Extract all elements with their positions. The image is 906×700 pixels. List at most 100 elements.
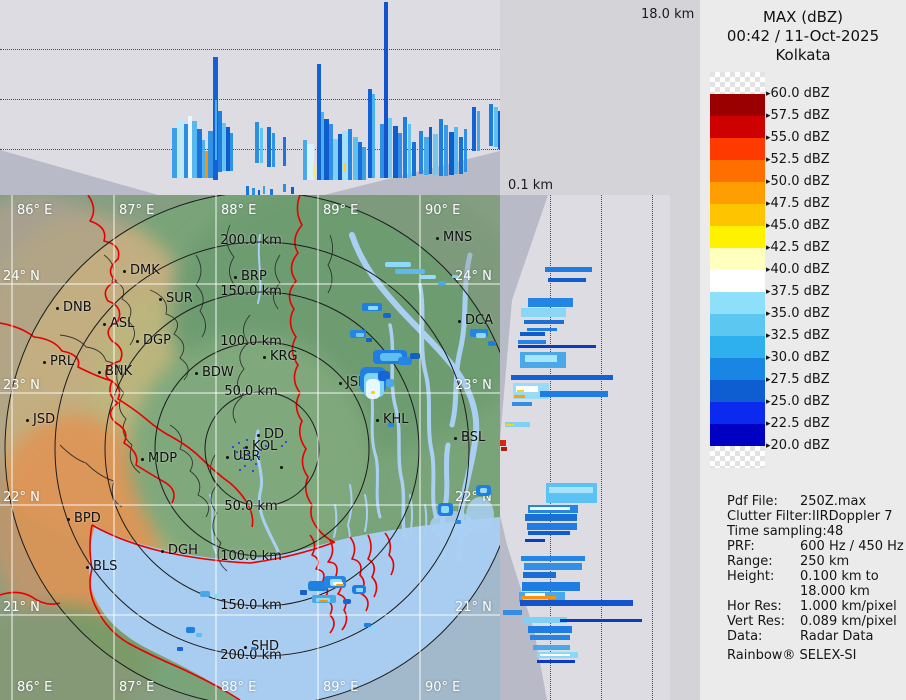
profile-echo-bar [525, 539, 545, 542]
profile-echo-bar [246, 186, 249, 195]
right-profile-echoes [500, 195, 670, 700]
timestamp: 00:42 / 11-Oct-2025 [726, 27, 880, 45]
profile-echo-bar [560, 619, 642, 622]
legend-swatch [710, 358, 765, 380]
profile-echo-bar [344, 163, 346, 172]
legend-scale-label: ▸57.5 dBZ [766, 108, 830, 123]
profile-echo-bar [537, 660, 575, 663]
info-row: 18.000 km [727, 584, 903, 599]
legend-swatch [710, 182, 765, 204]
profile-echo-bar [525, 593, 545, 596]
profile-echo-bar [522, 582, 580, 591]
top-profile-panel [0, 0, 500, 199]
height-axis-min-label: 0.1 km [508, 178, 553, 193]
profile-echo-bar [524, 563, 582, 570]
profile-echo-bar [503, 610, 522, 615]
profile-echo-bar [291, 187, 294, 194]
color-scale: ▸60.0 dBZ ▸57.5 dBZ ▸55.0 dBZ ▸52.5 dBZ ▸50.… [700, 72, 906, 468]
info-label: Height: [727, 569, 775, 584]
legend-swatch [710, 138, 765, 160]
profile-echo-bar [500, 440, 506, 446]
profile-echo-bar [260, 128, 263, 163]
info-row: Clutter Filter: IIRDoppler 7 [727, 509, 903, 524]
legend-swatch [710, 204, 765, 226]
radar-display: 18.0 km 0.1 km 86° E 86° E 87° E 87° E 8… [0, 0, 906, 700]
legend-swatch [710, 446, 765, 468]
legend-scale-label: ▸32.5 dBZ [766, 328, 830, 343]
info-value: 250Z.max [800, 494, 867, 509]
product-title: MAX (dBZ) [762, 8, 844, 26]
profile-echo-bar [177, 120, 184, 178]
info-value: 0.089 km/pixel [800, 614, 897, 629]
profile-echo-bar [230, 133, 233, 171]
legend-swatch [710, 424, 765, 446]
profile-echo-bar [517, 390, 524, 392]
profile-echo-bar [444, 125, 448, 176]
info-row: Height: 0.100 km to [727, 569, 903, 584]
profile-echo-bar [540, 391, 608, 397]
profile-echo-bar [454, 127, 458, 174]
right-profile-panel [500, 195, 670, 700]
info-value: IIRDoppler 7 [811, 509, 893, 524]
profile-echo-bar [215, 100, 217, 160]
profile-echo-bar [549, 487, 593, 493]
top-profile-echoes [0, 0, 500, 199]
legend-scale-label: ▸50.0 dBZ [766, 174, 830, 189]
software-credit: Rainbow® SELEX-SI [727, 648, 857, 663]
legend-scale-label: ▸37.5 dBZ [766, 284, 830, 299]
info-value: 1.000 km/pixel [800, 599, 897, 614]
profile-echo-bar [524, 320, 564, 324]
legend-scale-label: ▸25.0 dBZ [766, 394, 830, 409]
profile-echo-bar [263, 186, 265, 194]
legend-panel: MAX (dBZ) 00:42 / 11-Oct-2025 Kolkata ▸6… [700, 0, 906, 700]
profile-echo-bar [433, 134, 438, 175]
profile-echo-bar [518, 340, 546, 344]
profile-echo-bar [521, 556, 585, 561]
radar-map-svg [0, 195, 500, 700]
info-label: Data: [727, 629, 763, 644]
legend-header: MAX (dBZ) 00:42 / 11-Oct-2025 Kolkata [700, 8, 906, 65]
legend-swatch [710, 248, 765, 270]
info-value: 0.100 km to [800, 569, 879, 584]
profile-echo-bar [528, 298, 573, 307]
info-value: 48 [826, 524, 844, 539]
profile-echo-bar [283, 137, 286, 166]
info-label: Hor Res: [727, 599, 782, 614]
profile-echo-bar [514, 395, 525, 398]
product-info: Pdf File: 250Z.max Clutter Filter: IIRDoppl… [727, 494, 904, 644]
info-label: Range: [727, 554, 773, 569]
profile-echo-bar [252, 188, 255, 195]
profile-echo-bar [545, 267, 592, 272]
profile-echo-bar [533, 645, 570, 650]
profile-echo-bar [267, 127, 271, 167]
profile-echo-bar [348, 129, 352, 180]
background-top-gap [500, 0, 706, 195]
profile-echo-bar [540, 654, 570, 656]
profile-echo-bar [530, 507, 570, 510]
profile-echo-bar [498, 111, 500, 149]
profile-echo-bar [512, 402, 532, 406]
legend-scale-label: ▸30.0 dBZ [766, 350, 830, 365]
info-row: Data: Radar Data [727, 629, 903, 644]
profile-echo-bar [521, 308, 566, 317]
legend-scale-label: ▸22.5 dBZ [766, 416, 830, 431]
site-name: Kolkata [775, 46, 831, 64]
profile-echo-bar [255, 122, 259, 163]
legend-swatch [710, 336, 765, 358]
legend-swatch [710, 402, 765, 424]
profile-echo-bar [520, 600, 633, 606]
info-row: Range: 250 km [727, 554, 903, 569]
legend-scale-label: ▸45.0 dBZ [766, 218, 830, 233]
profile-echo-bar [464, 129, 467, 172]
profile-echo-bar [362, 147, 366, 180]
legend-swatch [710, 72, 765, 94]
legend-swatch [710, 160, 765, 182]
legend-scale-label: ▸42.5 dBZ [766, 240, 830, 255]
info-row: Pdf File: 250Z.max [727, 494, 903, 509]
profile-echo-bar [528, 626, 572, 633]
legend-scale-label: ▸52.5 dBZ [766, 152, 830, 167]
profile-echo-bar [548, 278, 586, 282]
legend-swatch [710, 226, 765, 248]
legend-swatch [710, 94, 765, 116]
profile-echo-bar [525, 355, 557, 362]
